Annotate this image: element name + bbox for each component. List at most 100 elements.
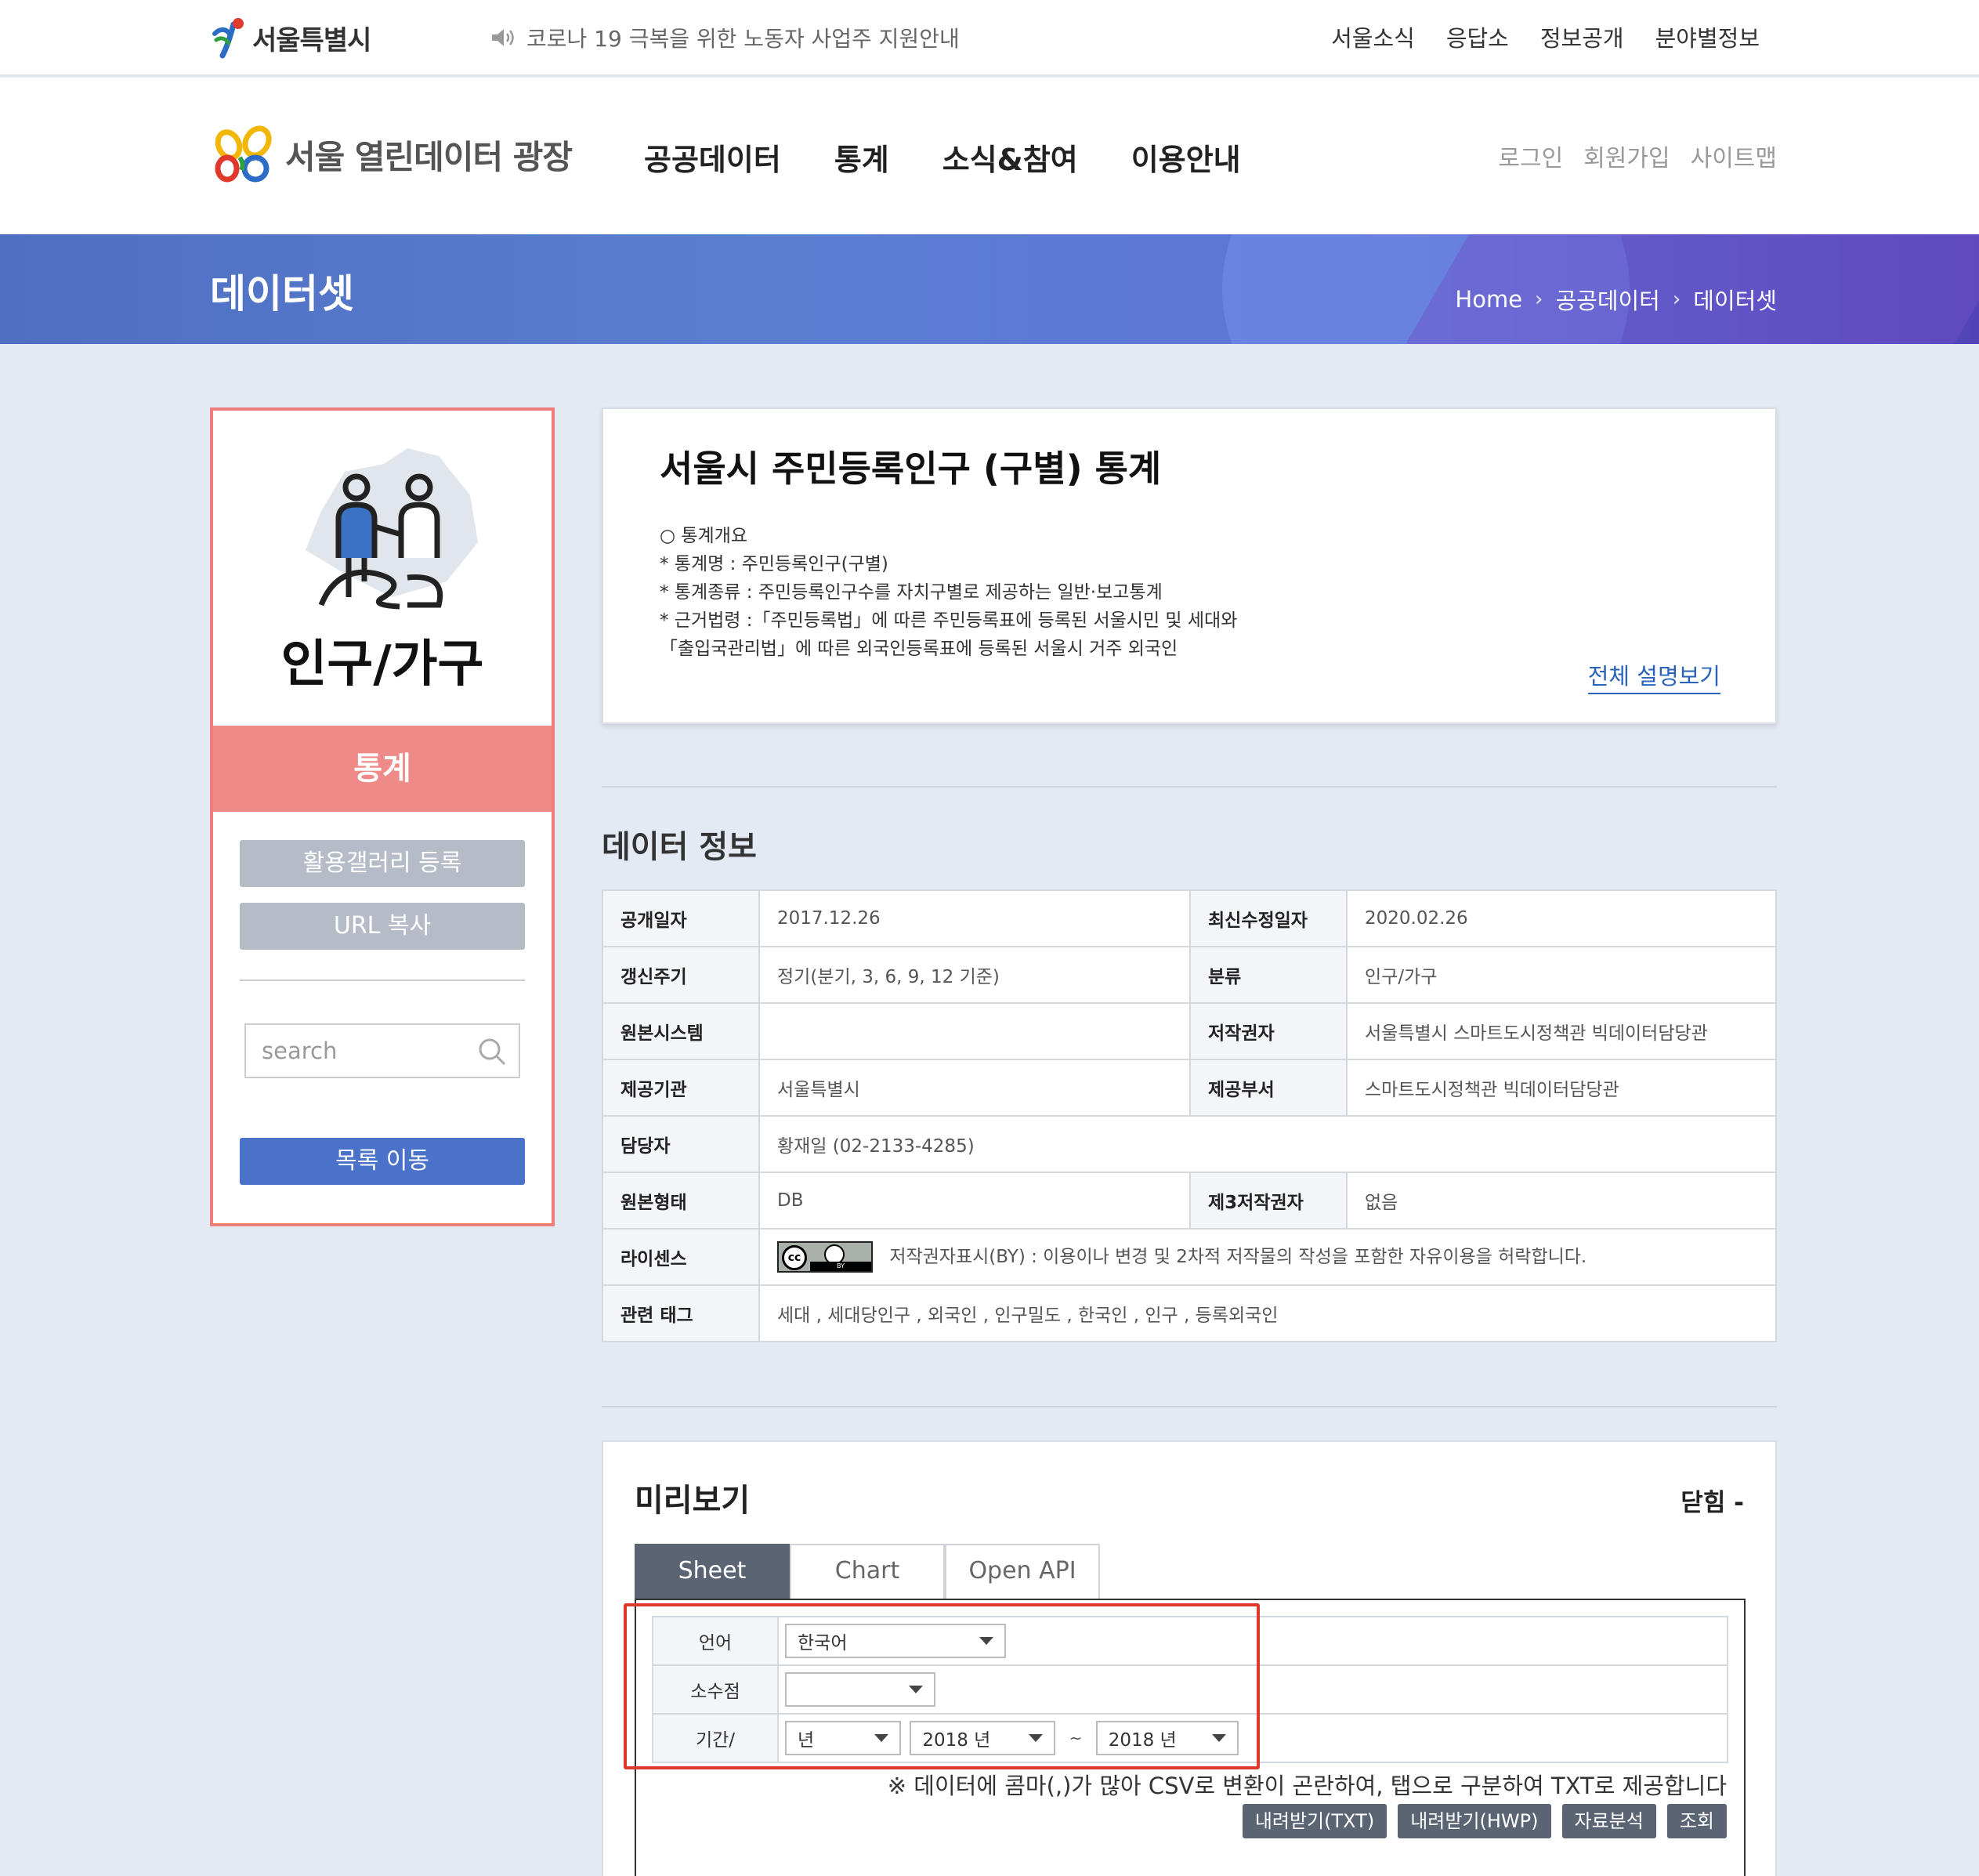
- utility-nav: 서울소식 응답소 정보공개 분야별정보: [1331, 20, 1760, 53]
- info-value: 2020.02.26: [1346, 889, 1777, 947]
- info-value: 서울특별시: [758, 1059, 1191, 1117]
- speaker-icon: [492, 29, 514, 46]
- info-key: 저작권자: [1189, 1002, 1348, 1060]
- tab-sheet[interactable]: Sheet: [635, 1544, 790, 1599]
- gnb-guide[interactable]: 이용안내: [1131, 136, 1241, 179]
- copy-url-button[interactable]: URL 복사: [240, 903, 525, 950]
- data-info-title: 데이터 정보: [602, 829, 757, 865]
- info-value: 없음: [1346, 1172, 1777, 1230]
- sitemap-link[interactable]: 사이트맵: [1691, 139, 1777, 173]
- dataset-title: 서울시 주민등록인구 (구별) 통계: [660, 447, 1162, 490]
- chevron-right-icon: ›: [1672, 288, 1681, 311]
- breadcrumb-current: 데이터셋: [1693, 288, 1777, 314]
- description-line: ○ 통계개요: [660, 526, 748, 546]
- gnb-news-participation[interactable]: 소식&참여: [942, 136, 1078, 179]
- info-value: 서울특별시 스마트도시정책관 빅데이터담당관: [1346, 1002, 1777, 1060]
- dataset-description-card: 서울시 주민등록인구 (구별) 통계 ○ 통계개요 * 통계명 : 주민등록인구…: [602, 407, 1777, 724]
- table-row: 갱신주기 정기(분기, 3, 6, 9, 12 기준) 분류 인구/가구: [602, 946, 1777, 1004]
- info-value: DB: [758, 1172, 1191, 1230]
- info-key: 원본시스템: [602, 1002, 760, 1060]
- divider: [240, 980, 525, 981]
- info-value: 2017.12.26: [758, 889, 1191, 947]
- signup-link[interactable]: 회원가입: [1583, 139, 1670, 173]
- gnb-statistics[interactable]: 통계: [834, 136, 889, 179]
- seoul-city-logo[interactable]: 서울특별시: [210, 14, 371, 61]
- notice-text: 코로나 19 극복을 위한 노동자 사업주 지원안내: [526, 26, 960, 52]
- info-key: 최신수정일자: [1189, 889, 1348, 947]
- tag-list[interactable]: 세대 , 세대당인구 , 외국인 , 인구밀도 , 한국인 , 인구 , 등록외…: [758, 1284, 1777, 1342]
- data-info-table: 공개일자 2017.12.26 최신수정일자 2020.02.26 갱신주기 정…: [602, 889, 1777, 1342]
- view-full-description-link[interactable]: 전체 설명보기: [1587, 658, 1720, 694]
- gnb-public-data[interactable]: 공공데이터: [644, 136, 781, 179]
- site-logo-text: 서울 열린데이터 광장: [285, 137, 573, 176]
- member-nav: 로그인 회원가입 사이트맵: [1498, 139, 1777, 173]
- info-value: 인구/가구: [1346, 946, 1777, 1004]
- preview-actions: 내려받기(TXT) 내려받기(HWP) 자료분석 조회: [1242, 1804, 1727, 1838]
- table-row: 담당자 황재일 (02-2133-4285): [602, 1115, 1777, 1173]
- population-household-icon: [306, 448, 478, 610]
- info-key: 제공부서: [1189, 1059, 1348, 1117]
- table-row: 관련 태그 세대 , 세대당인구 , 외국인 , 인구밀도 , 한국인 , 인구…: [602, 1284, 1777, 1342]
- info-key: 관련 태그: [602, 1284, 760, 1342]
- data-analysis-button[interactable]: 자료분석: [1561, 1804, 1656, 1838]
- info-value: 스마트도시정책관 빅데이터담당관: [1346, 1059, 1777, 1117]
- info-key: 공개일자: [602, 889, 760, 947]
- info-key: 제3저작권자: [1189, 1172, 1348, 1230]
- side-search-box: [244, 1023, 520, 1078]
- table-row: 라이센스 cc BY 저작권자표시(BY) : 이용이나 변경 및 2차적 저작…: [602, 1228, 1777, 1286]
- cc-icon: cc: [782, 1245, 807, 1271]
- breadcrumb-public-data[interactable]: 공공데이터: [1555, 283, 1659, 316]
- collapse-toggle[interactable]: 닫힘 -: [1681, 1483, 1744, 1518]
- info-value: 황재일 (02-2133-4285): [758, 1115, 1777, 1173]
- info-key: 제공기관: [602, 1059, 760, 1117]
- notice-ticker[interactable]: 코로나 19 극복을 위한 노동자 사업주 지원안내: [490, 22, 960, 53]
- util-link-news[interactable]: 서울소식: [1331, 20, 1415, 53]
- search-icon[interactable]: [476, 1036, 508, 1067]
- table-row: 제공기관 서울특별시 제공부서 스마트도시정책관 빅데이터담당관: [602, 1059, 1777, 1117]
- download-hwp-button[interactable]: 내려받기(HWP): [1398, 1804, 1551, 1838]
- description-line: 「출입국관리법」에 따른 외국인등록표에 등록된 서울시 거주 외국인: [660, 639, 1178, 659]
- breadcrumb: Home › 공공데이터 › 데이터셋: [1455, 283, 1777, 316]
- preview-tabs: Sheet Chart Open API: [635, 1544, 1100, 1599]
- util-link-response[interactable]: 응답소: [1446, 20, 1509, 53]
- page-title: 데이터셋: [210, 271, 354, 317]
- csv-note: ※ 데이터에 콤마(,)가 많아 CSV로 변환이 곤란하여, 탭으로 구분하여…: [887, 1773, 1727, 1799]
- info-key: 담당자: [602, 1115, 760, 1173]
- util-link-disclosure[interactable]: 정보공개: [1540, 20, 1624, 53]
- cc-by-license-badge: cc BY: [777, 1241, 873, 1273]
- category-panel: 인구/가구 통계 활용갤러리 등록 URL 복사 목록 이동: [210, 407, 555, 1226]
- util-link-field-info[interactable]: 분야별정보: [1655, 20, 1760, 53]
- login-link[interactable]: 로그인: [1498, 139, 1563, 173]
- chevron-right-icon: ›: [1535, 288, 1543, 311]
- table-row: 원본시스템 저작권자 서울특별시 스마트도시정책관 빅데이터담당관: [602, 1002, 1777, 1060]
- info-key: 원본형태: [602, 1172, 760, 1230]
- open-data-logo-icon: [215, 125, 272, 183]
- info-value: 정기(분기, 3, 6, 9, 12 기준): [758, 946, 1191, 1004]
- search-input[interactable]: [246, 1025, 465, 1077]
- section-divider: [602, 786, 1777, 788]
- info-key: 분류: [1189, 946, 1348, 1004]
- breadcrumb-home[interactable]: Home: [1455, 286, 1522, 313]
- preview-title: 미리보기: [635, 1483, 751, 1519]
- highlight-box: [624, 1603, 1260, 1769]
- description-line: * 통계종류 : 주민등록인구수를 자치구별로 제공하는 일반·보고통계: [660, 582, 1163, 603]
- info-key: 라이센스: [602, 1228, 760, 1286]
- section-divider: [602, 1406, 1777, 1407]
- top-utility-bar: 서울특별시 코로나 19 극복을 위한 노동자 사업주 지원안내 서울소식 응답…: [0, 0, 1979, 76]
- info-value: [758, 1002, 1191, 1060]
- by-label: BY: [810, 1262, 871, 1272]
- tab-open-api[interactable]: Open API: [945, 1544, 1100, 1599]
- category-type-label: 통계: [213, 726, 552, 812]
- download-txt-button[interactable]: 내려받기(TXT): [1242, 1804, 1387, 1838]
- back-to-list-button[interactable]: 목록 이동: [240, 1138, 525, 1185]
- table-row: 원본형태 DB 제3저작권자 없음: [602, 1172, 1777, 1230]
- query-button[interactable]: 조회: [1666, 1804, 1727, 1838]
- site-logo[interactable]: 서울 열린데이터 광장: [210, 123, 573, 186]
- gallery-register-button[interactable]: 활용갤러리 등록: [240, 840, 525, 887]
- tab-chart[interactable]: Chart: [790, 1544, 945, 1599]
- description-line: * 근거법령 :「주민등록법」에 따른 주민등록표에 등록된 서울시민 및 세대…: [660, 610, 1238, 631]
- description-line: * 통계명 : 주민등록인구(구별): [660, 554, 888, 574]
- license-text: 저작권자표시(BY) : 이용이나 변경 및 2차적 저작물의 작성을 포함한 …: [889, 1246, 1587, 1267]
- info-key: 갱신주기: [602, 946, 760, 1004]
- global-nav: 공공데이터 통계 소식&참여 이용안내: [644, 136, 1241, 179]
